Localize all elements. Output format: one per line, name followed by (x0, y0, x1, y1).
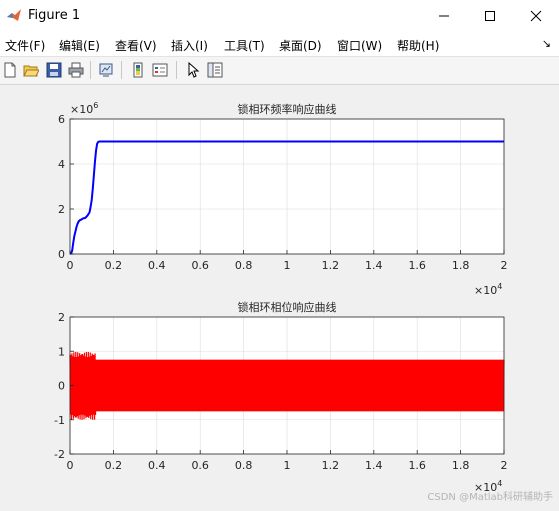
insert-legend-icon (152, 63, 168, 77)
y-tick-label: 4 (58, 158, 65, 171)
toolbar-separator (121, 61, 122, 79)
x-tick-label: 1.2 (322, 459, 340, 472)
y-tick-label: 1 (58, 345, 65, 358)
x-tick-label: 1.2 (322, 259, 340, 272)
menu-desktop[interactable]: 桌面(D) (279, 37, 322, 54)
y-exponent-label: ×106 (70, 101, 98, 116)
x-tick-label: 1.6 (408, 259, 426, 272)
print-icon (68, 62, 84, 78)
insert-colorbar-icon (133, 62, 143, 78)
x-tick-label: 0.4 (148, 459, 166, 472)
x-tick-label: 1 (284, 259, 291, 272)
open-file-button[interactable] (21, 60, 41, 80)
x-tick-label: 0 (67, 459, 74, 472)
maximize-icon (485, 11, 495, 21)
figure-canvas: 锁相环频率响应曲线 0 0.2 0.4 0.6 0.8 1 1.2 1.4 1.6 1.8 2 0 2 4… (0, 85, 559, 507)
series-layer (69, 351, 505, 420)
property-editor-icon (207, 62, 223, 78)
menu-tools[interactable]: 工具(T) (224, 37, 265, 54)
x-tick-label: 1.4 (365, 459, 383, 472)
x-tick-label: 0.2 (105, 459, 123, 472)
print-button[interactable] (66, 60, 86, 80)
open-file-icon (23, 65, 39, 77)
toolbar (0, 57, 559, 85)
y-tick-label: 6 (58, 113, 65, 126)
select-arrow-button[interactable] (183, 60, 203, 80)
phase-response-axes[interactable]: 锁相环相位响应曲线 0 0.2 0.4 0.6 0.8 1 1.2 1.4 1.6 1.8 2 -2 -… (54, 300, 507, 494)
y-tick-label: 0 (58, 248, 65, 261)
y-tick-label: 2 (58, 203, 65, 216)
menu-window[interactable]: 窗口(W) (337, 37, 382, 54)
x-exponent-label: ×104 (474, 282, 502, 297)
menu-view[interactable]: 查看(V) (115, 37, 157, 54)
window-title: Figure 1 (28, 8, 81, 23)
new-figure-button[interactable] (0, 60, 20, 80)
x-tick-label: 0.8 (235, 459, 253, 472)
x-tick-label: 0.2 (105, 259, 123, 272)
title-bar: Figure 1 (0, 0, 559, 32)
matlab-logo-icon (6, 7, 22, 23)
frequency-response-axes[interactable]: 锁相环频率响应曲线 0 0.2 0.4 0.6 0.8 1 1.2 1.4 1.6 1.8 2 0 2 4… (58, 101, 508, 297)
x-tick-label: 1.4 (365, 259, 383, 272)
close-button[interactable] (513, 0, 559, 32)
axes-title: 锁相环频率响应曲线 (238, 102, 337, 116)
x-tick-label: 1.6 (408, 459, 426, 472)
save-button[interactable] (44, 60, 64, 80)
minimize-icon (439, 15, 449, 17)
x-tick-label: 0 (67, 259, 74, 272)
new-figure-icon (4, 62, 16, 78)
x-tick-label: 0.6 (191, 259, 209, 272)
toolbar-separator (90, 61, 91, 79)
x-tick-label: 1 (284, 459, 291, 472)
axes-title: 锁相环相位响应曲线 (238, 300, 337, 314)
insert-colorbar-button[interactable] (128, 60, 148, 80)
y-tick-label: 2 (58, 311, 65, 324)
link-plot-button[interactable] (96, 60, 116, 80)
maximize-button[interactable] (467, 0, 513, 32)
menu-help[interactable]: 帮助(H) (397, 37, 439, 54)
menu-file[interactable]: 文件(F) (5, 37, 45, 54)
x-tick-label: 0.6 (191, 459, 209, 472)
save-icon (46, 62, 62, 78)
property-editor-button[interactable] (205, 60, 225, 80)
menu-bar: 文件(F) 编辑(E) 查看(V) 插入(I) 工具(T) 桌面(D) 窗口(W… (0, 32, 559, 57)
y-tick-label: -1 (54, 414, 65, 427)
insert-legend-button[interactable] (150, 60, 170, 80)
minimize-button[interactable] (421, 0, 467, 32)
menu-insert[interactable]: 插入(I) (171, 37, 208, 54)
close-icon (530, 10, 542, 22)
x-tick-label: 2 (501, 259, 508, 272)
watermark: CSDN @Matlab科研辅助手 (427, 492, 553, 503)
toolbar-separator (176, 61, 177, 79)
menu-overflow-icon[interactable]: ↘ (542, 37, 551, 50)
x-tick-label: 1.8 (452, 259, 470, 272)
x-tick-label: 2 (501, 459, 508, 472)
y-tick-label: 0 (58, 380, 65, 393)
select-arrow-icon (188, 62, 200, 78)
link-plot-icon (99, 63, 113, 77)
menu-edit[interactable]: 编辑(E) (59, 37, 100, 54)
series-band (96, 359, 504, 412)
plot-canvas: 锁相环频率响应曲线 0 0.2 0.4 0.6 0.8 1 1.2 1.4 1.6 1.8 2 0 2 4… (54, 101, 508, 494)
x-tick-label: 0.4 (148, 259, 166, 272)
y-tick-label: -2 (54, 448, 65, 461)
x-tick-label: 0.8 (235, 259, 253, 272)
x-tick-label: 1.8 (452, 459, 470, 472)
